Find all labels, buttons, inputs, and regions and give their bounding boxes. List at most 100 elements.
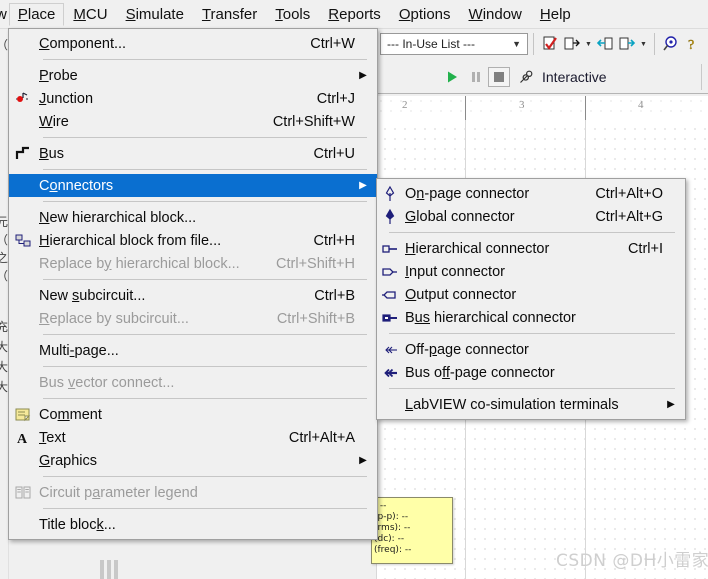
connectors-menu-item-output-connector[interactable]: Output connector xyxy=(377,283,685,306)
in-use-list-value: --- In-Use List --- xyxy=(387,37,475,51)
export-netlist-icon[interactable] xyxy=(561,33,583,55)
menu-bar[interactable]: w Place MCU Simulate Transfer Tools Reports Op… xyxy=(0,0,708,29)
stop-simulation-button[interactable] xyxy=(488,66,510,87)
menu-item-shortcut: Ctrl+B xyxy=(314,287,355,304)
place-menu-item-component[interactable]: Component... Ctrl+W xyxy=(9,32,377,55)
off-page-connector-icon xyxy=(377,339,403,361)
interactive-settings-icon[interactable] xyxy=(514,66,538,88)
place-menu-item-probe[interactable]: Probe ▶ xyxy=(9,64,377,87)
place-menu-item-replace-by-subcircuit: Replace by subcircuit... Ctrl+Shift+B xyxy=(9,307,377,330)
sliver-glyph: 大 xyxy=(0,358,8,375)
find-icon[interactable] xyxy=(660,33,682,55)
menubar-item-simulate[interactable]: Simulate xyxy=(117,3,193,26)
menu-item-shortcut: Ctrl+Shift+B xyxy=(276,310,355,327)
menubar-item-reports[interactable]: Reports xyxy=(319,3,390,26)
svg-text:?: ? xyxy=(688,38,694,53)
place-menu-item-text[interactable]: A Text Ctrl+Alt+A xyxy=(9,426,377,449)
place-menu-item-new-hierarchical-block[interactable]: New hierarchical block... xyxy=(9,206,377,229)
place-menu-item-comment[interactable]: Comment xyxy=(9,403,377,426)
menu-icon-placeholder xyxy=(9,308,37,330)
menu-item-shortcut: Ctrl+Shift+W xyxy=(272,113,355,130)
menu-item-label: Multi-page... xyxy=(39,342,119,359)
forward-annotate-icon[interactable] xyxy=(616,33,638,55)
simulation-toolbar[interactable]: Interactive xyxy=(376,60,708,94)
menubar-item-transfer[interactable]: Transfer xyxy=(193,3,266,26)
design-toolbar[interactable]: --- In-Use List --- ▼ ▼ ▼ ? xyxy=(376,28,708,61)
place-menu-item-bus[interactable]: Bus Ctrl+U xyxy=(9,142,377,165)
place-menu-item-hierarchical-block-from-file[interactable]: Hierarchical block from file... Ctrl+H xyxy=(9,229,377,252)
place-menu-item-title-block[interactable]: Title block... xyxy=(9,513,377,536)
menu-item-label: Hierarchical block from file... xyxy=(39,232,222,249)
sliver-glyph: 之 xyxy=(0,249,8,266)
connectors-submenu[interactable]: On-page connector Ctrl+Alt+O Global connec… xyxy=(376,178,686,420)
menu-separator xyxy=(43,508,367,509)
output-connector-icon xyxy=(377,284,403,306)
back-annotate-icon[interactable] xyxy=(594,33,616,55)
probe-line: (p-p): -- xyxy=(374,512,409,522)
svg-text:A: A xyxy=(17,432,28,447)
connectors-menu-item-hierarchical-connector[interactable]: Hierarchical connector Ctrl+I xyxy=(377,237,685,260)
legend-icon xyxy=(9,482,37,504)
submenu-arrow-icon: ▶ xyxy=(667,399,675,410)
erc-check-icon[interactable] xyxy=(539,33,561,55)
menubar-item-window[interactable]: Window xyxy=(460,3,531,26)
pause-simulation-button[interactable] xyxy=(464,66,488,88)
menu-icon-placeholder xyxy=(9,175,37,197)
place-menu-item-graphics[interactable]: Graphics ▶ xyxy=(9,449,377,472)
menu-item-label: Bus xyxy=(39,145,64,162)
connectors-menu-item-bus-hierarchical-connector[interactable]: Bus hierarchical connector xyxy=(377,306,685,329)
menu-separator xyxy=(43,201,367,202)
toolbar-separator xyxy=(533,33,534,55)
watermark: CSDN @DH小雷家 xyxy=(556,551,708,571)
connectors-menu-item-off-page-connector[interactable]: Off-page connector xyxy=(377,338,685,361)
place-menu-item-bus-vector-connect: Bus vector connect... xyxy=(9,371,377,394)
menu-item-label: Replace by hierarchical block... xyxy=(39,255,240,272)
menu-item-label: On-page connector xyxy=(405,185,530,202)
place-menu-item-connectors[interactable]: Connectors ▶ xyxy=(9,174,377,197)
menu-icon-placeholder xyxy=(9,340,37,362)
menu-item-shortcut: Ctrl+W xyxy=(310,35,355,52)
menu-icon-placeholder xyxy=(9,285,37,307)
sliver-glyph: （ xyxy=(0,267,8,284)
connectors-menu-item-on-page-connector[interactable]: On-page connector Ctrl+Alt+O xyxy=(377,182,685,205)
sliver-glyph: （ xyxy=(0,231,8,248)
menu-item-label: Component... xyxy=(39,35,127,52)
hierarchical-connector-icon xyxy=(377,238,403,260)
place-menu-item-junction[interactable]: Junction Ctrl+J xyxy=(9,87,377,110)
input-connector-icon xyxy=(377,261,403,283)
probe-line: (rms): -- xyxy=(374,523,411,533)
in-use-list-combobox[interactable]: --- In-Use List --- ▼ xyxy=(380,33,528,55)
menubar-partial-left: w xyxy=(0,5,7,23)
place-menu-item-wire[interactable]: Wire Ctrl+Shift+W xyxy=(9,110,377,133)
menubar-item-tools[interactable]: Tools xyxy=(266,3,319,26)
place-menu[interactable]: Component... Ctrl+W Probe ▶ Junction Ctrl+J Wi… xyxy=(8,28,378,540)
place-menu-item-new-subcircuit[interactable]: New subcircuit... Ctrl+B xyxy=(9,284,377,307)
menu-item-label: Junction xyxy=(39,90,94,107)
run-simulation-button[interactable] xyxy=(440,66,464,88)
menubar-item-mcu[interactable]: MCU xyxy=(64,3,116,26)
ruler-tick-label: 3 xyxy=(519,99,525,111)
menubar-item-help[interactable]: Help xyxy=(531,3,580,26)
export-dropdown-caret-icon[interactable]: ▼ xyxy=(583,41,594,48)
probe-line: (freq): -- xyxy=(374,545,412,555)
minimultisim-window: 2 3 4 --- In-Use List --- ▼ ▼ ▼ ? Intera… xyxy=(0,0,708,579)
connectors-menu-item-input-connector[interactable]: Input connector xyxy=(377,260,685,283)
place-menu-item-multi-page[interactable]: Multi-page... xyxy=(9,339,377,362)
connectors-menu-item-global-connector[interactable]: Global connector Ctrl+Alt+G xyxy=(377,205,685,228)
menubar-item-place[interactable]: Place xyxy=(8,2,65,26)
menu-item-label: Connectors xyxy=(39,177,114,194)
place-menu-item-circuit-parameter-legend: Circuit parameter legend xyxy=(9,481,377,504)
sliver-glyph: 大 xyxy=(0,378,8,395)
submenu-arrow-icon: ▶ xyxy=(359,70,367,81)
simulation-mode-label: Interactive xyxy=(542,68,607,85)
menu-item-shortcut: Ctrl+Alt+O xyxy=(595,185,663,202)
menubar-item-options[interactable]: Options xyxy=(390,3,460,26)
probe-line: : -- xyxy=(374,501,387,511)
menu-item-label: Output connector xyxy=(405,286,517,303)
connectors-menu-item-bus-off-page-connector[interactable]: Bus off-page connector xyxy=(377,361,685,384)
annotate-dropdown-caret-icon[interactable]: ▼ xyxy=(638,41,649,48)
menu-icon-placeholder xyxy=(9,514,37,536)
help-icon[interactable]: ? xyxy=(682,33,704,55)
menu-separator xyxy=(389,388,675,389)
connectors-menu-item-labview-co-simulation-terminals[interactable]: LabVIEW co-simulation terminals ▶ xyxy=(377,393,685,416)
